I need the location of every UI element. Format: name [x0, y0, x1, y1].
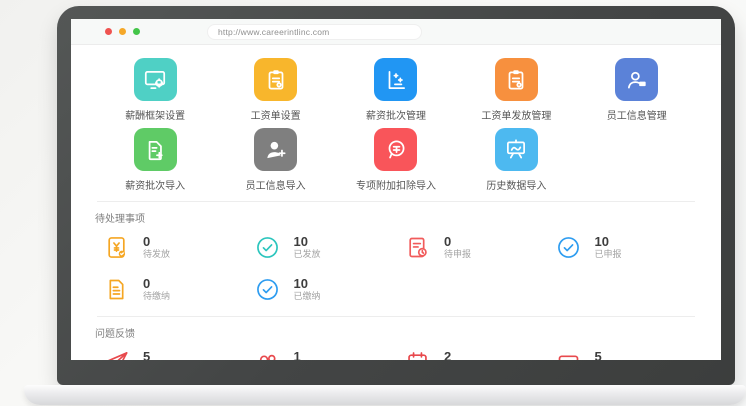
app-salary-framework-settings[interactable]: 薪酬框架设置 — [95, 58, 215, 122]
stat-paid[interactable]: 10 已缴纳 — [246, 276, 397, 303]
app-label: 薪资批次管理 — [366, 107, 426, 122]
laptop-base — [24, 385, 746, 405]
stat-value: 5 — [143, 350, 224, 360]
pending-stats: 0 待发放 10 已发放 — [95, 234, 697, 303]
app-payslip-settings[interactable]: 工资单设置 — [215, 58, 335, 122]
stat-value: 1 — [294, 350, 375, 360]
app-label: 工资单发放管理 — [481, 107, 551, 122]
stat-tax-info-needed[interactable]: 1 个税申报待补充信息 — [246, 349, 397, 360]
app-label: 历史数据导入 — [486, 177, 546, 192]
address-bar[interactable]: http://www.careerintlinc.com — [207, 24, 422, 40]
batch-chart-icon — [374, 58, 417, 101]
section-divider — [97, 316, 695, 317]
stat-label: 待缴纳 — [143, 291, 170, 302]
calendar-x-icon — [404, 349, 431, 360]
app-payslip-distribution-management[interactable]: 工资单发放管理 — [456, 58, 576, 122]
feedback-stats: 5 薪资发放待补充信息 1 个税申报待补充信息 — [95, 349, 697, 360]
stat-pending-payment[interactable]: 0 待缴纳 — [95, 276, 246, 303]
app-history-data-import[interactable]: 历史数据导入 — [456, 128, 576, 192]
app-special-deduction-import[interactable]: 专项附加扣除导入 — [336, 128, 456, 192]
stat-value: 2 — [444, 350, 480, 360]
stat-pending-distribution[interactable]: 0 待发放 — [95, 234, 246, 261]
app-employee-info-import[interactable]: 员工信息导入 — [215, 128, 335, 192]
stat-value: 0 — [143, 277, 170, 291]
stat-label: 已发放 — [294, 249, 321, 260]
feedback-section-title: 问题反馈 — [95, 325, 697, 340]
monitor-gear-icon — [134, 58, 177, 101]
check-circle-icon — [555, 234, 582, 261]
app-label: 工资单设置 — [251, 107, 301, 122]
stat-label: 待申报 — [444, 249, 471, 260]
app-salary-batch-import[interactable]: 薪资批次导入 — [95, 128, 215, 192]
section-divider — [97, 201, 695, 202]
stat-value: 10 — [595, 235, 622, 249]
app-label: 员工信息管理 — [607, 107, 667, 122]
clipboard-icon — [495, 58, 538, 101]
paper-plane-icon — [103, 349, 130, 360]
traffic-light-minimize-icon[interactable] — [119, 28, 126, 35]
stat-value: 10 — [294, 235, 321, 249]
browser-topbar: http://www.careerintlinc.com — [71, 19, 721, 45]
stat-pending-declaration[interactable]: 0 待申报 — [396, 234, 547, 261]
doc-plus-icon — [134, 128, 177, 171]
people-icon — [254, 349, 281, 360]
stat-label: 已申报 — [595, 249, 622, 260]
person-plus-icon — [254, 128, 297, 171]
presentation-icon — [495, 128, 538, 171]
page-background: http://www.careerintlinc.com 薪酬框架设置 工资单设… — [0, 0, 746, 406]
person-card-icon — [615, 58, 658, 101]
yen-doc-icon — [103, 234, 130, 261]
pending-section-title: 待处理事项 — [95, 210, 697, 225]
stat-label: 待发放 — [143, 249, 170, 260]
app-employee-info-management[interactable]: 员工信息管理 — [577, 58, 697, 122]
traffic-light-maximize-icon[interactable] — [133, 28, 140, 35]
stat-payment-failed[interactable]: 5 缴纳失败 — [547, 349, 698, 360]
check-circle-icon — [254, 234, 281, 261]
app-label: 专项附加扣除导入 — [356, 177, 436, 192]
check-circle-icon — [254, 276, 281, 303]
app-label: 薪酬框架设置 — [125, 107, 185, 122]
stat-value: 0 — [143, 235, 170, 249]
app-grid: 薪酬框架设置 工资单设置 薪资批次管理 — [95, 58, 697, 192]
stat-value: 5 — [595, 350, 631, 360]
app-label: 员工信息导入 — [246, 177, 306, 192]
stat-distributed[interactable]: 10 已发放 — [246, 234, 397, 261]
app-label: 薪资批次导入 — [125, 177, 185, 192]
stat-label: 已缴纳 — [294, 291, 321, 302]
dashboard-content: 薪酬框架设置 工资单设置 薪资批次管理 — [71, 45, 721, 360]
app-salary-batch-management[interactable]: 薪资批次管理 — [336, 58, 456, 122]
doc-lines-icon — [103, 276, 130, 303]
stat-declared[interactable]: 10 已申报 — [547, 234, 698, 261]
stat-value: 10 — [294, 277, 321, 291]
stat-declaration-failed[interactable]: 2 申报失败 — [396, 349, 547, 360]
stat-salary-info-needed[interactable]: 5 薪资发放待补充信息 — [95, 349, 246, 360]
traffic-light-close-icon[interactable] — [105, 28, 112, 35]
stat-value: 0 — [444, 235, 471, 249]
tax-stamp-icon — [374, 128, 417, 171]
wallet-icon — [555, 349, 582, 360]
browser-window: http://www.careerintlinc.com 薪酬框架设置 工资单设… — [71, 19, 721, 360]
doc-clock-icon — [404, 234, 431, 261]
clipboard-icon — [254, 58, 297, 101]
